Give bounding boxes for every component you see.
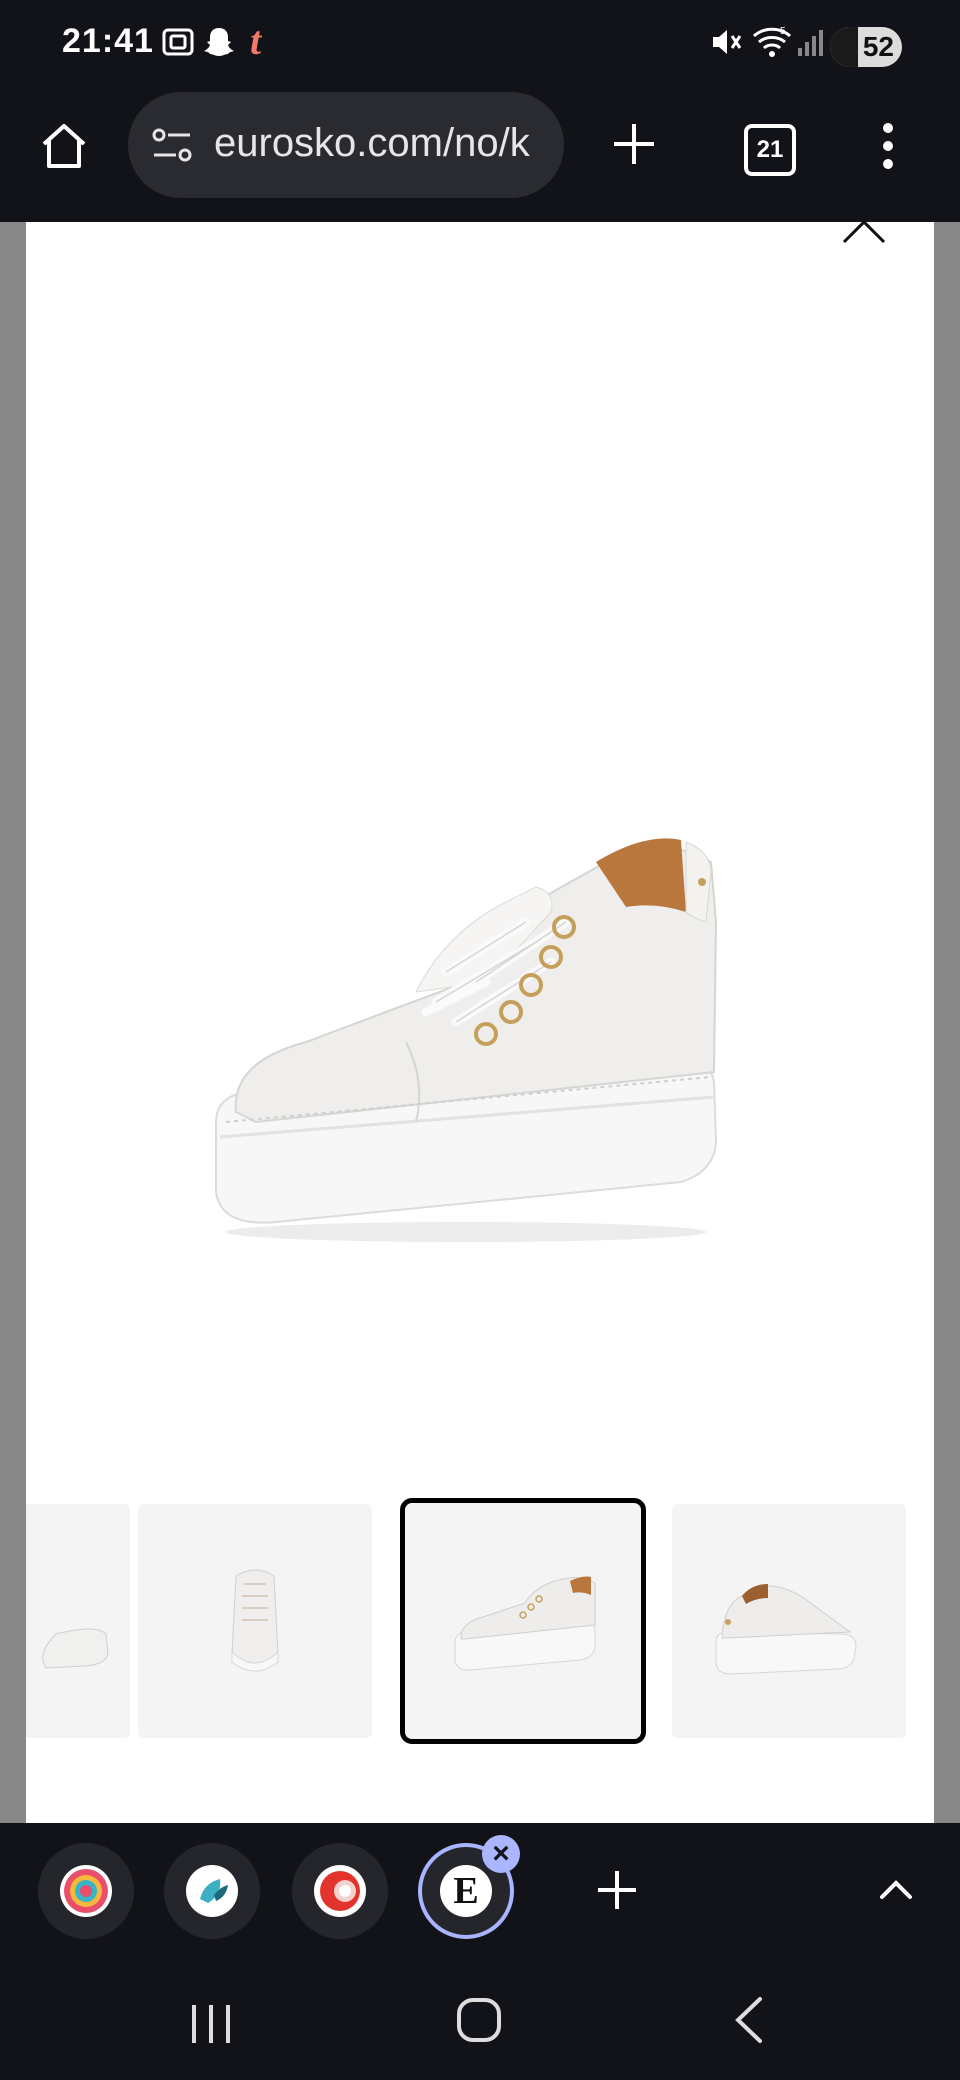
product-main-image (186, 682, 746, 1247)
browser-toolbar: eurosko.com/no/k 21 (0, 92, 960, 222)
red-app-icon[interactable] (292, 1843, 388, 1939)
signal-icon (796, 24, 826, 65)
thumbnail-3-selected[interactable] (400, 1498, 646, 1744)
back-icon[interactable] (730, 1995, 770, 2050)
add-tab-group-icon[interactable] (594, 1867, 640, 1918)
status-bar: 21:41 t 5 52 (0, 0, 960, 92)
snapchat-icon (202, 24, 236, 65)
site-settings-icon[interactable] (150, 125, 194, 170)
more-menu-icon[interactable] (878, 120, 898, 177)
target-app-icon[interactable] (38, 1843, 134, 1939)
battery-icon: 52 (830, 27, 902, 67)
thumbnail-4[interactable] (672, 1504, 906, 1738)
thumbnail-2[interactable] (138, 1504, 372, 1738)
url-text: eurosko.com/no/k (214, 121, 530, 165)
thumbnail-strip (26, 1498, 934, 1744)
thumbnail-1[interactable] (26, 1504, 130, 1738)
home-nav-icon[interactable] (454, 1995, 504, 2050)
tumblr-icon: t (246, 18, 276, 67)
image-gallery-modal (26, 222, 934, 1823)
web-page (0, 222, 960, 1823)
svg-text:5: 5 (780, 26, 786, 37)
recent-apps-icon[interactable] (188, 1999, 234, 2054)
battery-level: 52 (862, 31, 894, 62)
chevron-up-icon[interactable] (876, 1873, 916, 1908)
close-tab-group-icon[interactable]: × (482, 1835, 520, 1873)
screenshot-icon (160, 24, 196, 65)
new-tab-button[interactable] (608, 118, 660, 175)
wifi-icon: 5 (750, 24, 794, 65)
home-button[interactable] (38, 120, 90, 177)
mute-icon (708, 24, 744, 65)
svg-text:t: t (250, 20, 263, 62)
status-time: 21:41 (62, 22, 154, 60)
leaf-app-icon[interactable] (164, 1843, 260, 1939)
eurosko-letter: E (453, 1870, 479, 1912)
app-dock: E × (0, 1823, 960, 1971)
system-nav-bar (0, 1971, 960, 2080)
address-bar[interactable]: eurosko.com/no/k (128, 92, 564, 198)
tab-switcher-button[interactable]: 21 (744, 124, 796, 176)
close-icon[interactable] (842, 222, 886, 249)
